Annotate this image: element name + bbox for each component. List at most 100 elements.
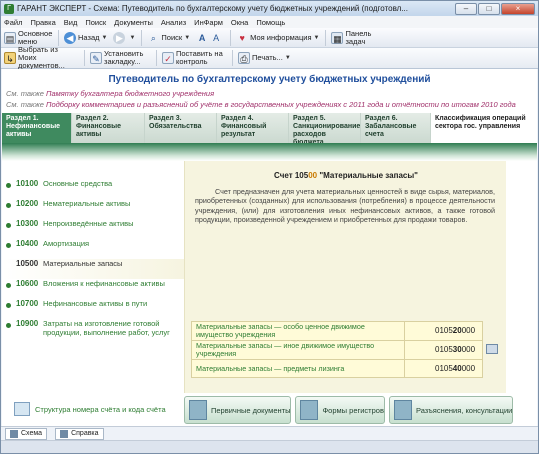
window-title: ГАРАНТ ЭКСПЕРТ - Схема: Путеводитель по … — [17, 4, 408, 13]
nav-label: Амортизация — [43, 239, 90, 248]
structure-link-label: Структура номера счёта и кода счёта — [35, 404, 166, 414]
structure-link[interactable]: Структура номера счёта и кода счёта — [14, 402, 166, 416]
secondary-toolbar: ↳ Выбрать из Моих документов... ✎ Устано… — [1, 46, 538, 70]
toolbar-separator — [84, 50, 85, 66]
nav-code: 10600 — [16, 279, 39, 288]
tab-section-5[interactable]: Раздел 5. Санкционирование расходов бюдж… — [289, 113, 361, 143]
nav-label: Нематериальные активы — [43, 199, 131, 208]
print-label: Печать... — [252, 53, 283, 62]
documents-icon — [189, 400, 207, 420]
register-forms-button[interactable]: Формы регистров — [295, 396, 385, 424]
printer-icon: ⎙ — [238, 52, 250, 64]
menu-documents[interactable]: Документы — [114, 18, 153, 27]
font-size-button[interactable]: A A — [196, 32, 224, 44]
choose-my-docs-label: Выбрать из Моих документов... — [18, 45, 65, 70]
toolbar-separator — [141, 29, 143, 46]
see-also-text: комментариев и разъяснений об учёте в го… — [79, 100, 516, 109]
status-bar — [1, 440, 538, 453]
my-info-button[interactable]: ♥ Моя информация ▼ — [236, 32, 319, 44]
font-size-small-icon: A — [213, 32, 220, 43]
menu-search[interactable]: Поиск — [85, 18, 106, 27]
nav-item-10200[interactable]: 10200 Нематериальные активы — [2, 199, 184, 219]
memo-link[interactable]: Памятку — [46, 89, 78, 98]
number-suffix: 000 — [461, 326, 476, 335]
nav-code: 10500 — [16, 259, 39, 268]
bullet-icon — [6, 243, 11, 248]
app-window: Г ГАРАНТ ЭКСПЕРТ - Схема: Путеводитель п… — [0, 0, 539, 454]
nav-code: 10100 — [16, 179, 39, 188]
tab-section-3[interactable]: Раздел 3. Обязательства — [145, 113, 217, 143]
back-button[interactable]: ◀ Назад ▼ — [64, 31, 107, 44]
nav-item-10600[interactable]: 10600 Вложения к нефинансовые активы — [2, 279, 184, 299]
menu-windows[interactable]: Окна — [231, 18, 248, 27]
search-button[interactable]: ⌕ Поиск ▼ — [147, 32, 190, 44]
calculator-icon[interactable] — [486, 344, 498, 354]
primary-documents-button[interactable]: Первичные документы — [184, 396, 292, 424]
account-description: Счет предназначен для учета материальных… — [195, 187, 495, 224]
tab-help[interactable]: Справка — [55, 427, 104, 440]
menu-bar: Файл Правка Вид Поиск Документы Анализ И… — [1, 16, 538, 28]
main-toolbar: ▤ Основное меню ◀ Назад ▼ ▶ ▼ ⌕ Поиск ▼ A A… — [1, 28, 538, 48]
primary-documents-label: Первичные документы — [211, 405, 291, 415]
see-also-prefix: См. также — [6, 89, 47, 98]
bullet-icon — [6, 303, 11, 308]
nav-item-10900[interactable]: 10900 Затраты на изготовление готовой про… — [2, 319, 184, 343]
print-button[interactable]: ⎙ Печать... ▼ — [238, 52, 291, 64]
bullet-icon — [6, 263, 11, 268]
section-tabs: Раздел 1. Нефинансовые активы Раздел 2. … — [2, 113, 537, 143]
account-code-suffix: 00 — [308, 171, 318, 180]
table-row[interactable]: Материальные запасы — иное движимое имущ… — [191, 340, 483, 360]
bullet-icon — [6, 223, 11, 228]
nav-item-10500[interactable]: 10500 Материальные запасы — [2, 259, 184, 279]
main-menu-button[interactable]: ▤ Основное меню — [4, 29, 52, 46]
toolbar-separator — [230, 29, 232, 46]
explanations-button[interactable]: Разъяснения, консультации — [388, 396, 514, 424]
nav-item-10700[interactable]: 10700 Нефинансовые активы в пути — [2, 299, 184, 319]
menu-edit[interactable]: Правка — [30, 18, 55, 27]
close-button[interactable]: × — [501, 2, 535, 15]
table-row[interactable]: Материальные запасы — предметы лизинга 0… — [191, 359, 483, 378]
nav-code: 10200 — [16, 199, 39, 208]
chevron-down-icon: ▼ — [129, 34, 136, 41]
tasks-panel-button[interactable]: ▦ Панель задач — [331, 29, 373, 46]
nav-item-10100[interactable]: 10100 Основные средства — [2, 179, 184, 199]
set-bookmark-label: Установить закладку... — [104, 49, 144, 66]
menu-analysis[interactable]: Анализ — [161, 18, 186, 27]
number-prefix: 0105 — [435, 345, 453, 354]
menu-view[interactable]: Вид — [64, 18, 78, 27]
menu-file[interactable]: Файл — [4, 18, 22, 27]
nav-item-10300[interactable]: 10300 Непроизведённые активы — [2, 219, 184, 239]
table-row[interactable]: Материальные запасы — особо ценное движи… — [191, 321, 483, 341]
forward-button[interactable]: ▶ ▼ — [113, 31, 136, 44]
help-icon — [60, 429, 69, 438]
tab-section-4[interactable]: Раздел 4. Финансовый результат — [217, 113, 289, 143]
back-arrow-icon: ◀ — [64, 31, 76, 44]
put-on-control-button[interactable]: ✓ Поставить на контроль — [162, 50, 226, 66]
collection-link[interactable]: Подборку — [46, 100, 80, 109]
nav-code: 10700 — [16, 299, 39, 308]
menu-infarm[interactable]: ИнФарм — [194, 18, 223, 27]
choose-my-docs-button[interactable]: ↳ Выбрать из Моих документов... — [4, 46, 78, 70]
tab-section-1[interactable]: Раздел 1. Нефинансовые активы — [2, 113, 72, 143]
tab-schema[interactable]: Схема — [5, 427, 48, 440]
set-bookmark-button[interactable]: ✎ Установить закладку... — [90, 50, 150, 66]
tab-section-2[interactable]: Раздел 2. Финансовые активы — [72, 113, 145, 143]
tab-classification[interactable]: Классификация операций сектора гос. упра… — [431, 113, 537, 143]
tasks-panel-icon: ▦ — [331, 31, 344, 44]
garant-logo-icon: Г — [4, 3, 14, 14]
menu-help[interactable]: Помощь — [256, 18, 285, 27]
tab-help-label: Справка — [71, 430, 99, 437]
bottom-tabs: Схема Справка — [1, 426, 538, 440]
maximize-button[interactable]: □ — [478, 2, 500, 15]
bottom-buttons: Первичные документы Формы регистров Разъ… — [184, 396, 514, 424]
folder-arrow-icon: ↳ — [4, 52, 16, 64]
title-bar[interactable]: Г ГАРАНТ ЭКСПЕРТ - Схема: Путеводитель п… — [1, 1, 538, 16]
my-info-label: Моя информация — [250, 32, 312, 42]
nav-item-10400[interactable]: 10400 Амортизация — [2, 239, 184, 259]
chevron-down-icon: ▼ — [313, 34, 320, 41]
minimize-button[interactable]: – — [455, 2, 477, 15]
bullet-icon — [6, 203, 11, 208]
chevron-down-icon: ▼ — [284, 55, 291, 61]
tab-section-6[interactable]: Раздел 6. Забалансовые счета — [361, 113, 431, 143]
forms-icon — [300, 400, 319, 420]
